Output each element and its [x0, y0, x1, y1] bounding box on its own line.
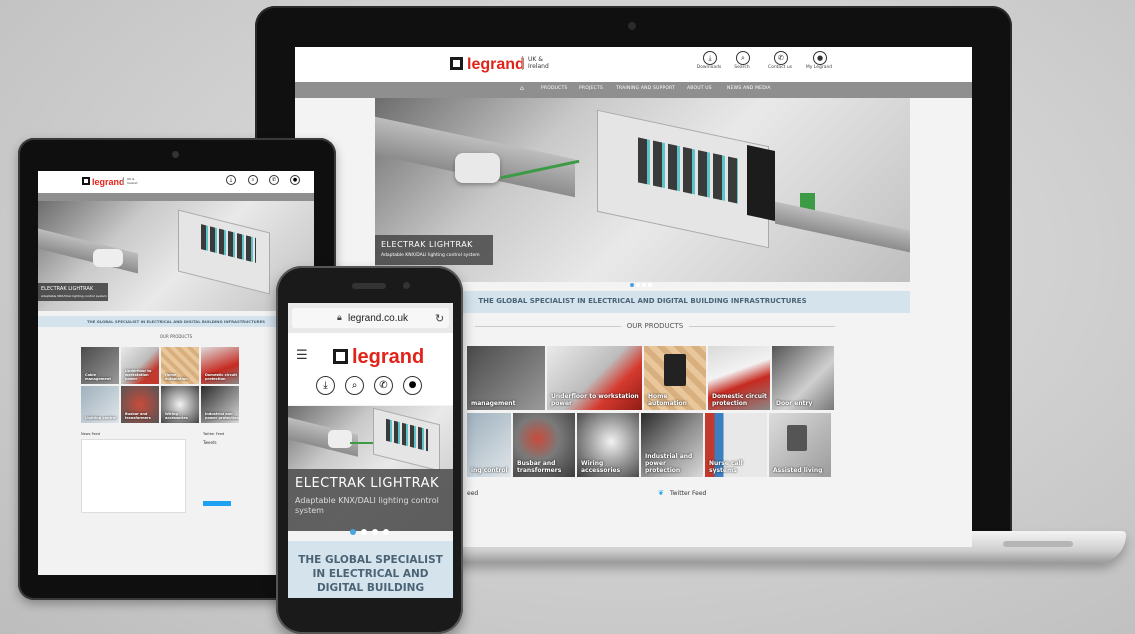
tablet-tile-wiring[interactable]: Wiring accessories [161, 386, 199, 423]
tablet-logo[interactable]: legrand [82, 177, 125, 187]
product-tile-industrial[interactable]: Industrial and power protection [641, 413, 703, 477]
nav-projects[interactable]: PROJECTS [579, 86, 603, 91]
track-rail-right [775, 201, 910, 253]
phone-camera [403, 282, 410, 289]
product-tile-busbar[interactable]: Busbar and transformers [513, 413, 575, 477]
home-icon[interactable]: ⌂ [520, 85, 524, 92]
product-tile-home-automation[interactable]: Home automation [644, 346, 706, 410]
tablet-twitter-button[interactable] [203, 501, 231, 506]
download-icon: ⤓ [703, 51, 717, 65]
product-tile-wiring[interactable]: Wiring accessories [577, 413, 639, 477]
phone-user-icon[interactable]: ● [403, 376, 422, 395]
tablet-strapline: THE GLOBAL SPECIALIST IN ELECTRICAL AND … [86, 319, 266, 324]
search-label: Search [734, 65, 750, 70]
module-end-cap [747, 145, 775, 221]
tablet-tile-lighting[interactable]: Lighting control [81, 386, 119, 423]
tablet-hero-subtitle: Adaptable KNX/DALI lighting control syst… [41, 294, 107, 298]
tablet-tile-circuit[interactable]: Domestic circuit protection [201, 347, 239, 384]
tablet-tile-busbar[interactable]: Busbar and transformers [121, 386, 159, 423]
phone-header [288, 333, 453, 405]
tablet-twitter-feed: Twitter Feed [203, 432, 225, 436]
product-tile-lighting-control[interactable]: ing control [467, 413, 511, 477]
nav-about[interactable]: ABOUT US [687, 86, 712, 91]
connector-block [455, 153, 500, 183]
phone-screen: 🔒︎ legrand.co.uk ↻ ☰ legrand ⤓ ⌕ ✆ ● ELE… [288, 303, 453, 598]
laptop-foot [1003, 541, 1073, 547]
tablet-tile-industrial[interactable]: Industrial and power protection [201, 386, 239, 423]
region-label: UK & Ireland [522, 56, 549, 70]
tablet-tile-cable[interactable]: Cable management [81, 347, 119, 384]
contact-label: Contact us [767, 65, 793, 70]
legrand-logo[interactable]: legrand [450, 56, 525, 74]
product-tile-underfloor[interactable]: Underfloor to workstation power [547, 346, 642, 410]
product-tile-circuit-protection[interactable]: Domestic circuit protection [708, 346, 770, 410]
nav-products[interactable]: PRODUCTS [541, 86, 568, 91]
phone-phone-icon[interactable]: ✆ [374, 376, 393, 395]
contact-link[interactable]: ✆ Contact us [760, 51, 800, 70]
tablet-nav[interactable] [38, 193, 314, 201]
section-title: OUR PRODUCTS [475, 322, 835, 330]
phone-hero-subtitle: Adaptable KNX/DALI lighting control syst… [295, 496, 439, 515]
nav-news[interactable]: NEWS AND MEDIA [727, 86, 771, 91]
my-legrand-label: My Legrand [805, 65, 833, 70]
nav-training[interactable]: TRAINING AND SUPPORT [616, 86, 675, 91]
product-tile-nurse-call[interactable]: Nurse call systems [705, 413, 767, 477]
reload-icon[interactable]: ↻ [435, 312, 444, 325]
tablet-section-title: OUR PRODUCTS [159, 334, 193, 339]
lock-icon: 🔒︎ [337, 313, 342, 323]
tablet-phone-icon[interactable]: ✆ [269, 175, 279, 185]
tablet-download-icon[interactable]: ⤓ [226, 175, 236, 185]
hero-subtitle: Adaptable KNX/DALI lighting control syst… [381, 253, 480, 258]
phone-speaker [352, 283, 386, 289]
tablet-camera [172, 151, 179, 158]
tablet-screen: legrand UK & Ireland ⤓ ⌕ ✆ ● ELECTRAK LIG… [38, 171, 314, 575]
phone-search-icon[interactable]: ⌕ [345, 376, 364, 395]
tablet-hero-title: ELECTRAK LIGHTRAK [41, 286, 94, 292]
tablet-tile-home[interactable]: Home automation [161, 347, 199, 384]
tablet-region: UK & Ireland [123, 177, 137, 185]
tablet-search-icon[interactable]: ⌕ [248, 175, 258, 185]
hero-title: ELECTRAK LIGHTRAK [381, 240, 473, 249]
product-tile-cable-management[interactable]: management [467, 346, 545, 410]
phone-carousel-dots[interactable] [350, 520, 391, 539]
tablet-tile-underfloor[interactable]: Underfloor to workstation power [121, 347, 159, 384]
twitter-bird-icon: ❦ [658, 489, 664, 497]
carousel-dots[interactable] [630, 272, 654, 291]
my-legrand-link[interactable]: ● My Legrand [799, 51, 839, 70]
search-icon: ⌕ [736, 51, 750, 65]
tablet-news-feed: News Feed [81, 432, 100, 436]
user-icon: ● [813, 51, 827, 65]
phone-logo[interactable]: legrand [333, 346, 424, 369]
product-tile-door-entry[interactable]: Door entry [772, 346, 834, 410]
phone-hero-title: ELECTRAK LIGHTRAK [295, 476, 440, 491]
laptop-camera [628, 22, 636, 30]
phone-strapline: THE GLOBAL SPECIALIST IN ELECTRICAL AND … [298, 554, 443, 594]
main-nav: ⌂ PRODUCTS PROJECTS TRAINING AND SUPPORT… [295, 82, 972, 98]
twitter-feed-heading: Twitter Feed [670, 490, 707, 497]
phone-download-icon[interactable]: ⤓ [316, 376, 335, 395]
tablet-user-icon[interactable]: ● [290, 175, 300, 185]
site-header [295, 47, 972, 82]
product-tile-assisted-living[interactable]: Assisted living [769, 413, 831, 477]
phone-icon: ✆ [774, 51, 788, 65]
phone-url: legrand.co.uk [348, 313, 409, 324]
tablet-news-box [81, 439, 186, 513]
hamburger-menu-icon[interactable]: ☰ [296, 348, 308, 363]
news-feed-heading: eed [467, 490, 479, 497]
search-link[interactable]: ⌕ Search [722, 51, 762, 70]
tablet-tweets-label: Tweets [203, 440, 217, 445]
